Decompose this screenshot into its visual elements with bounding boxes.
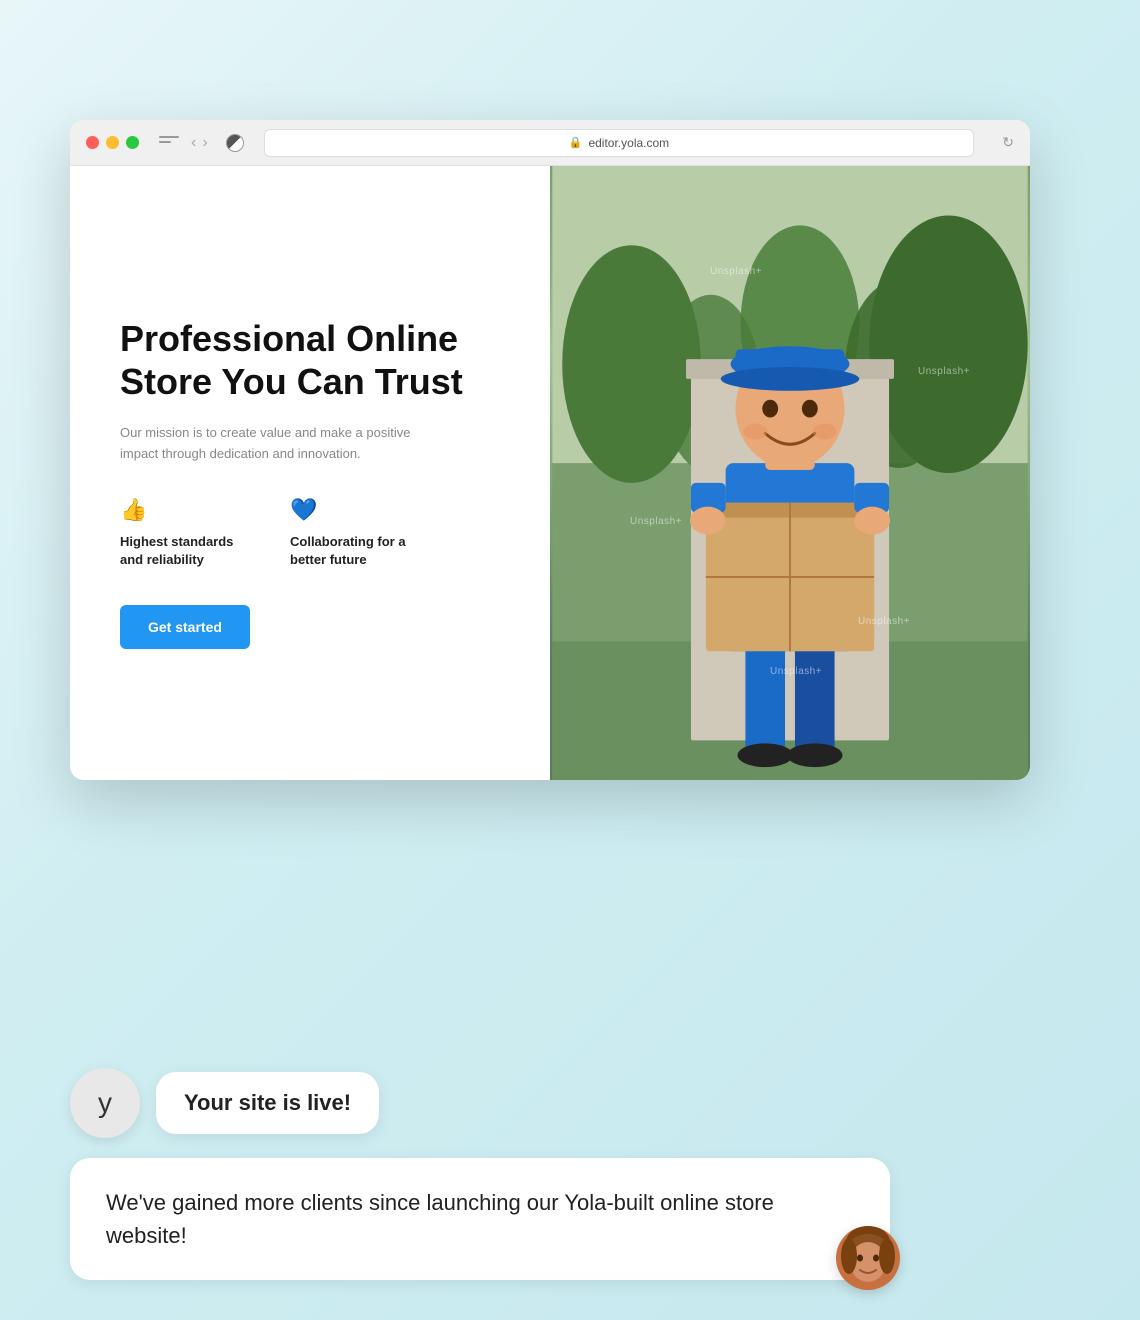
watermark-2: Unsplash+ (918, 366, 970, 377)
url-text: editor.yola.com (588, 136, 669, 150)
right-panel: Unsplash+ Unsplash+ Unsplash+ Unsplash+ … (550, 166, 1030, 780)
nav-arrows: ‹ › (191, 134, 208, 152)
traffic-lights (86, 136, 139, 149)
lock-icon: 🔒 (569, 136, 583, 149)
feature-item-1: 👍 Highest standards and reliability (120, 497, 250, 569)
user-avatar (836, 1226, 900, 1290)
minimize-button[interactable] (106, 136, 119, 149)
address-bar[interactable]: 🔒 editor.yola.com (264, 129, 975, 157)
chat-bubble-live: Your site is live! (156, 1072, 379, 1134)
get-started-button[interactable]: Get started (120, 605, 250, 649)
watermark-3: Unsplash+ (630, 516, 682, 527)
feature-label-2: Collaborating for a better future (290, 533, 420, 569)
close-button[interactable] (86, 136, 99, 149)
chat-row-top: y Your site is live! (70, 1068, 970, 1138)
watermark-1: Unsplash+ (710, 266, 762, 277)
chat-section: y Your site is live! We've gained more c… (70, 1068, 970, 1280)
yola-avatar: y (70, 1068, 140, 1138)
reload-icon[interactable]: ↻ (1002, 134, 1014, 151)
maximize-button[interactable] (126, 136, 139, 149)
hero-title: Professional Online Store You Can Trust (120, 317, 500, 403)
website-content: Professional Online Store You Can Trust … (70, 166, 1030, 780)
browser-window: ‹ › 🔒 editor.yola.com ↻ Professional Onl… (70, 120, 1030, 780)
back-button[interactable]: ‹ (191, 134, 196, 152)
thumbs-up-icon: 👍 (120, 497, 250, 523)
delivery-image: Unsplash+ Unsplash+ Unsplash+ Unsplash+ … (550, 166, 1030, 780)
feature-item-2: 💙 Collaborating for a better future (290, 497, 420, 569)
watermark-4: Unsplash+ (858, 616, 910, 627)
chat-bubble-testimonial: We've gained more clients since launchin… (70, 1158, 890, 1280)
watermark-5: Unsplash+ (770, 666, 822, 677)
left-panel: Professional Online Store You Can Trust … (70, 166, 550, 780)
features-row: 👍 Highest standards and reliability 💙 Co… (120, 497, 500, 569)
sidebar-toggle-icon[interactable] (159, 136, 179, 150)
browser-chrome: ‹ › 🔒 editor.yola.com ↻ (70, 120, 1030, 166)
feature-label-1: Highest standards and reliability (120, 533, 250, 569)
heart-icon: 💙 (290, 497, 420, 523)
hero-description: Our mission is to create value and make … (120, 423, 420, 465)
forward-button[interactable]: › (202, 134, 207, 152)
brightness-icon (226, 134, 244, 152)
